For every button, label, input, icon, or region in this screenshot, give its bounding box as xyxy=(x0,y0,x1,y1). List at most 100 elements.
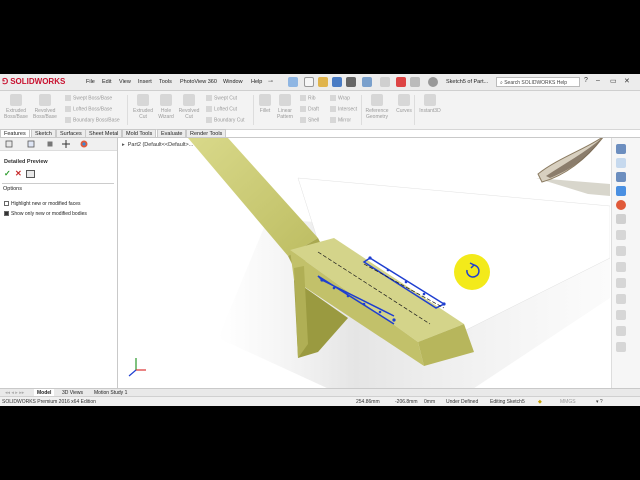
display-manager-icon[interactable] xyxy=(80,140,88,148)
curves-icon xyxy=(398,94,410,106)
feature-tree-icon[interactable] xyxy=(5,140,13,148)
ribbon-separator xyxy=(127,95,128,125)
minimize-icon[interactable]: – xyxy=(596,77,600,84)
display-style-icon[interactable] xyxy=(616,294,626,304)
close-icon[interactable]: ✕ xyxy=(624,77,630,85)
save-icon[interactable] xyxy=(332,77,342,87)
preview-eye-button[interactable] xyxy=(26,170,35,178)
menu-window[interactable]: Window xyxy=(223,79,243,85)
extrude-icon xyxy=(10,94,22,106)
configuration-manager-icon[interactable] xyxy=(46,140,54,148)
options-gear-icon[interactable] xyxy=(428,77,438,87)
extruded-cut-label: Extruded Cut xyxy=(132,108,153,120)
custom-properties-icon[interactable] xyxy=(616,214,626,224)
linear-pattern-button[interactable]: Linear Pattern xyxy=(272,94,298,120)
status-bar: SOLIDWORKS Premium 2016 x64 Edition 254.… xyxy=(0,396,640,406)
highlight-faces-checkbox[interactable] xyxy=(4,201,9,207)
section-divider xyxy=(2,183,114,184)
y-coordinate: -206.8mm xyxy=(395,399,418,405)
lofted-boss-button[interactable]: Lofted Boss/Base xyxy=(65,106,112,112)
shell-button[interactable]: Shell xyxy=(300,117,319,123)
help-question-icon[interactable]: ? xyxy=(584,77,588,84)
scene-icon[interactable] xyxy=(616,326,626,336)
swept-boss-button[interactable]: Swept Boss/Base xyxy=(65,95,112,101)
fillet-label: Fillet xyxy=(259,108,271,114)
edition-text: SOLIDWORKS Premium 2016 x64 Edition xyxy=(2,399,96,405)
highlight-faces-option[interactable]: Highlight new or modified faces xyxy=(4,201,80,207)
section-view-icon[interactable] xyxy=(616,278,626,288)
open-folder-icon[interactable] xyxy=(318,77,328,87)
boundary-cut-button[interactable]: Boundary Cut xyxy=(206,117,245,123)
handle-top-face xyxy=(188,138,318,256)
rotate-tool-icon[interactable] xyxy=(616,262,626,272)
ok-button[interactable]: ✓ xyxy=(4,169,11,178)
extruded-boss-button[interactable]: Extruded Boss/Base xyxy=(3,94,29,120)
menu-view[interactable]: View xyxy=(119,79,131,85)
instant3d-button[interactable]: Instant3D xyxy=(417,94,443,114)
task-pane-bar xyxy=(611,138,640,388)
graphics-viewport[interactable]: ▸ Part2 (Default<<Default>... xyxy=(118,138,610,388)
show-modified-bodies-option[interactable]: Show only new or modified bodies xyxy=(4,211,87,217)
restore-icon[interactable]: ▭ xyxy=(610,77,617,85)
file-properties-icon[interactable] xyxy=(410,77,420,87)
menu-file[interactable]: File xyxy=(86,79,95,85)
rib-button[interactable]: Rib xyxy=(300,95,316,101)
rebuild-indicator-icon[interactable]: ◆ xyxy=(538,397,542,406)
view-palette-icon[interactable] xyxy=(616,186,626,196)
zoom-tool-icon[interactable] xyxy=(616,246,626,256)
solidworks-window: ⅁ SOLIDWORKS File Edit View Insert Tools … xyxy=(0,74,640,406)
instant3d-icon xyxy=(424,94,436,106)
mirror-button[interactable]: Mirror xyxy=(330,117,351,123)
ds-logo-icon: ⅁ xyxy=(2,77,9,86)
view-settings-icon[interactable] xyxy=(616,342,626,352)
pin-icon[interactable]: ⊸ xyxy=(268,78,273,85)
dimxpert-icon[interactable] xyxy=(62,140,70,148)
command-manager-ribbon: Extruded Boss/Base Revolved Boss/Base Sw… xyxy=(0,91,640,130)
wrap-button[interactable]: Wrap xyxy=(330,95,350,101)
extruded-boss-label: Extruded Boss/Base xyxy=(4,108,28,120)
swept-cut-button[interactable]: Swept Cut xyxy=(206,95,237,101)
reference-geometry-label: Reference Geometry xyxy=(365,108,389,120)
property-manager-icon[interactable] xyxy=(27,140,35,148)
solidworks-logo[interactable]: ⅁ SOLIDWORKS xyxy=(2,77,65,86)
undo-icon[interactable] xyxy=(362,77,372,87)
draft-button[interactable]: Draft xyxy=(300,106,319,112)
search-placeholder: Search SOLIDWORKS Help xyxy=(504,80,568,86)
highlight-faces-label: Highlight new or modified faces xyxy=(11,201,81,207)
boundary-boss-button[interactable]: Boundary Boss/Base xyxy=(65,117,120,123)
instant3d-label: Instant3D xyxy=(419,108,441,114)
revolved-cut-button[interactable]: Revolved Cut xyxy=(176,94,202,120)
help-search-input[interactable]: ⌕ Search SOLIDWORKS Help xyxy=(496,77,580,87)
revolved-boss-label: Revolved Boss/Base xyxy=(33,108,57,120)
reference-geometry-button[interactable]: Reference Geometry xyxy=(364,94,390,120)
selection-cursor-indicator xyxy=(454,254,490,290)
rebuild-icon[interactable] xyxy=(396,77,406,87)
print-icon[interactable] xyxy=(346,77,356,87)
show-modified-bodies-label: Show only new or modified bodies xyxy=(11,211,87,217)
select-arrow-icon[interactable] xyxy=(380,77,390,87)
lofted-cut-button[interactable]: Lofted Cut xyxy=(206,106,237,112)
design-library-icon[interactable] xyxy=(616,158,626,168)
menu-photoview[interactable]: PhotoView 360 xyxy=(180,79,217,85)
revolved-cut-icon xyxy=(183,94,195,106)
new-document-icon[interactable] xyxy=(304,77,314,87)
menu-insert[interactable]: Insert xyxy=(138,79,152,85)
intersect-button[interactable]: Intersect xyxy=(330,106,357,112)
revolved-boss-button[interactable]: Revolved Boss/Base xyxy=(32,94,58,120)
fillet-icon xyxy=(259,94,271,106)
cancel-button[interactable]: ✕ xyxy=(15,169,22,178)
status-options-icon[interactable]: ▾ ? xyxy=(596,397,603,406)
file-explorer-icon[interactable] xyxy=(616,172,626,182)
units-selector[interactable]: MMGS xyxy=(560,397,576,406)
appearances-icon[interactable] xyxy=(616,200,626,210)
home-icon[interactable] xyxy=(288,77,298,87)
editing-status: Editing Sketch5 xyxy=(490,399,525,405)
model-canvas[interactable] xyxy=(118,138,610,388)
show-modified-bodies-checkbox[interactable] xyxy=(4,211,9,217)
menu-tools[interactable]: Tools xyxy=(159,79,172,85)
hide-show-icon[interactable] xyxy=(616,310,626,320)
solidworks-resources-icon[interactable] xyxy=(616,144,626,154)
menu-help[interactable]: Help xyxy=(251,79,262,85)
menu-edit[interactable]: Edit xyxy=(102,79,111,85)
view-tool-icon[interactable] xyxy=(616,230,626,240)
